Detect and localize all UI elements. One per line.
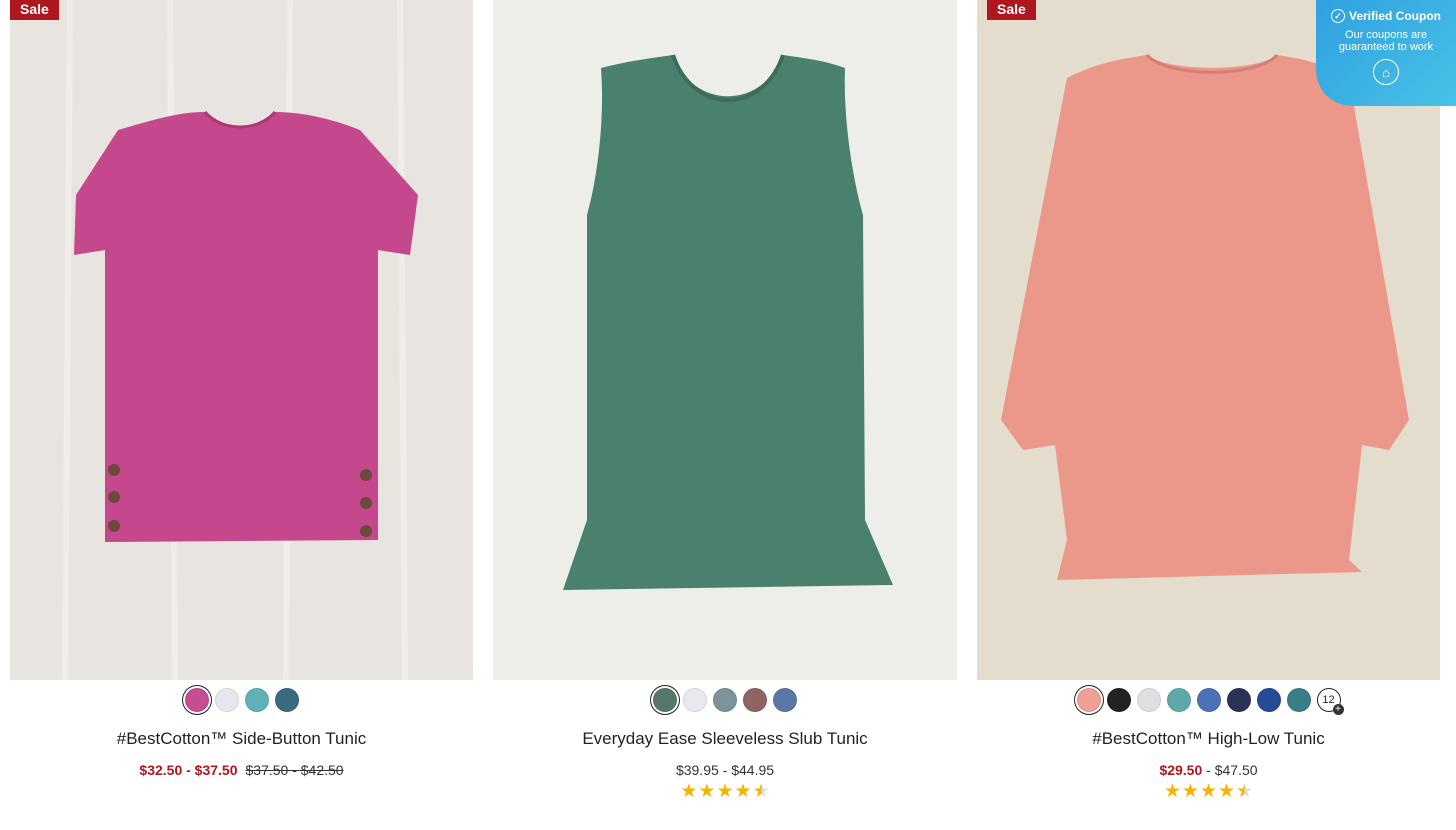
color-swatch[interactable] <box>1226 688 1251 712</box>
product-price: $29.50 - $47.50 <box>977 760 1440 780</box>
original-price: $37.50 - $42.50 <box>245 762 344 778</box>
sale-badge: Sale <box>10 0 59 20</box>
product-name[interactable]: Everyday Ease Sleeveless Slub Tunic <box>493 726 957 752</box>
product-price: $39.95 - $44.95 <box>675 762 775 778</box>
color-swatch[interactable] <box>1166 688 1191 712</box>
product-image[interactable] <box>493 0 957 680</box>
star-icon: ★ <box>680 781 698 802</box>
verified-coupon-widget[interactable]: ✓ Verified Coupon Our coupons are guaran… <box>1316 0 1456 106</box>
star-rating: ★ ★ ★ ★ ★ <box>977 782 1440 802</box>
star-icon: ★ <box>734 781 752 802</box>
star-icon: ★ <box>1181 781 1199 802</box>
coupon-text: Our coupons are guaranteed to work <box>1338 29 1434 53</box>
color-swatch[interactable] <box>1106 688 1131 712</box>
product-name[interactable]: #BestCotton™ High-Low Tunic <box>977 726 1440 752</box>
price-separator: - <box>1202 762 1215 778</box>
color-swatch[interactable] <box>1136 688 1161 712</box>
coupon-title: Verified Coupon <box>1348 9 1441 23</box>
color-swatch[interactable] <box>743 688 767 712</box>
star-icon: ★ <box>1218 781 1236 802</box>
shirt-image <box>493 0 957 680</box>
star-icon: ★ <box>1199 781 1218 802</box>
check-circle-icon: ✓ <box>1330 9 1345 23</box>
color-swatch[interactable] <box>214 688 239 712</box>
color-swatch[interactable] <box>274 688 299 712</box>
star-icon: ★ <box>716 781 734 802</box>
star-icon: ★ <box>698 781 716 802</box>
more-colors-count: 12 <box>1322 694 1335 706</box>
color-swatches <box>493 680 957 720</box>
product-name[interactable]: #BestCotton™ Side-Button Tunic <box>10 726 473 752</box>
product-card-side-button-tunic[interactable]: Sale #BestCotton™ Side-Button Tunic $32.… <box>10 0 473 780</box>
color-swatch[interactable] <box>773 688 797 712</box>
product-price: $32.50 - $37.50 $37.50 - $42.50 <box>10 760 473 780</box>
color-swatch[interactable] <box>1076 688 1101 712</box>
sale-badge: Sale <box>987 0 1036 20</box>
star-half-icon: ★ <box>752 781 770 802</box>
color-swatch[interactable] <box>713 688 737 712</box>
color-swatch[interactable] <box>653 688 677 712</box>
color-swatch[interactable] <box>184 688 209 712</box>
star-rating: ★ ★ ★ ★ ★ <box>493 782 957 802</box>
coupon-title-row: ✓ Verified Coupon <box>1316 9 1456 23</box>
color-swatch[interactable] <box>1196 688 1221 712</box>
product-card-sleeveless-slub-tunic[interactable]: Everyday Ease Sleeveless Slub Tunic $39.… <box>493 0 957 802</box>
color-swatches: 12 + <box>977 680 1440 720</box>
product-card-high-low-tunic[interactable]: Sale 12 + #BestCotton™ High-Low Tunic $2… <box>977 0 1440 802</box>
color-swatch[interactable] <box>244 688 269 712</box>
color-swatches <box>10 680 473 720</box>
color-swatch[interactable] <box>1286 688 1311 712</box>
home-icon[interactable]: ⌂ <box>1373 59 1399 85</box>
color-swatch[interactable] <box>1256 688 1281 712</box>
color-swatch[interactable] <box>683 688 707 712</box>
plus-icon: + <box>1332 704 1344 715</box>
star-icon: ★ <box>1163 781 1181 802</box>
product-image[interactable]: Sale <box>10 0 473 680</box>
regular-price: $47.50 <box>1214 762 1258 778</box>
more-colors-button[interactable]: 12 + <box>1316 688 1344 715</box>
sale-price: $32.50 - $37.50 <box>139 762 238 778</box>
sale-price: $29.50 <box>1159 762 1203 778</box>
product-grid: Sale #BestCotton™ Side-Button Tunic $32.… <box>0 0 1456 830</box>
shirt-image <box>10 0 473 680</box>
star-half-icon: ★ <box>1236 781 1254 802</box>
